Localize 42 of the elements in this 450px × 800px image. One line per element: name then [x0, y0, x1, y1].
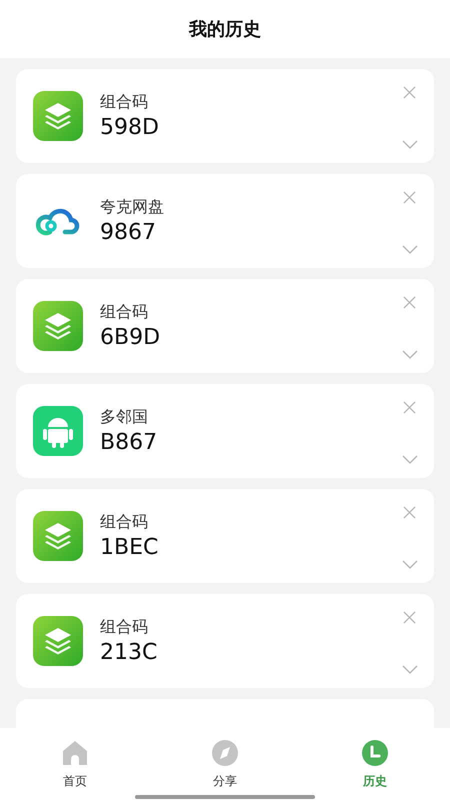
- code-text: 598D: [100, 115, 159, 140]
- history-card[interactable]: 组合码 6B9D: [16, 279, 434, 373]
- chevron-down-icon[interactable]: [402, 140, 418, 149]
- tab[interactable]: 分享: [150, 728, 300, 800]
- code-text: 213C: [100, 640, 158, 665]
- layers-app-icon: [33, 91, 83, 141]
- history-card[interactable]: 夸克网盘 9867: [16, 174, 434, 268]
- compass-icon: [211, 738, 239, 766]
- layers-app-icon: [33, 616, 83, 666]
- home-icon: [61, 738, 89, 766]
- app-name: 组合码: [100, 302, 149, 323]
- tab[interactable]: 历史: [300, 728, 450, 800]
- layers-app-icon: [33, 511, 83, 561]
- chevron-down-icon[interactable]: [402, 350, 418, 359]
- app-name: 夸克网盘: [100, 197, 164, 218]
- chevron-down-icon[interactable]: [402, 560, 418, 569]
- history-card[interactable]: 组合码 598D: [16, 69, 434, 163]
- close-icon[interactable]: [403, 611, 416, 624]
- tab[interactable]: 首页: [0, 728, 150, 800]
- code-text: 1BEC: [100, 535, 158, 560]
- app-name: 组合码: [100, 512, 149, 533]
- layers-app-icon: [33, 301, 83, 351]
- code-text: B867: [100, 430, 158, 455]
- history-card[interactable]: 组合码 213C: [16, 594, 434, 688]
- code-text: 9867: [100, 220, 157, 245]
- close-icon[interactable]: [403, 296, 416, 309]
- chevron-down-icon[interactable]: [402, 245, 418, 254]
- app-name: 组合码: [100, 92, 149, 113]
- clock-icon: [361, 738, 389, 766]
- app-name: 多邻国: [100, 407, 149, 428]
- history-card[interactable]: 组合码 1BEC: [16, 489, 434, 583]
- close-icon[interactable]: [403, 86, 416, 99]
- close-icon[interactable]: [403, 506, 416, 519]
- close-icon[interactable]: [403, 401, 416, 414]
- chevron-down-icon[interactable]: [402, 455, 418, 464]
- chevron-down-icon[interactable]: [402, 665, 418, 674]
- app-name: 组合码: [100, 617, 149, 638]
- code-text: 6B9D: [100, 325, 160, 350]
- android-app-icon: [33, 406, 83, 456]
- page-title: 我的历史: [189, 18, 261, 41]
- history-card[interactable]: 多邻国 B867: [16, 384, 434, 478]
- close-icon[interactable]: [403, 191, 416, 204]
